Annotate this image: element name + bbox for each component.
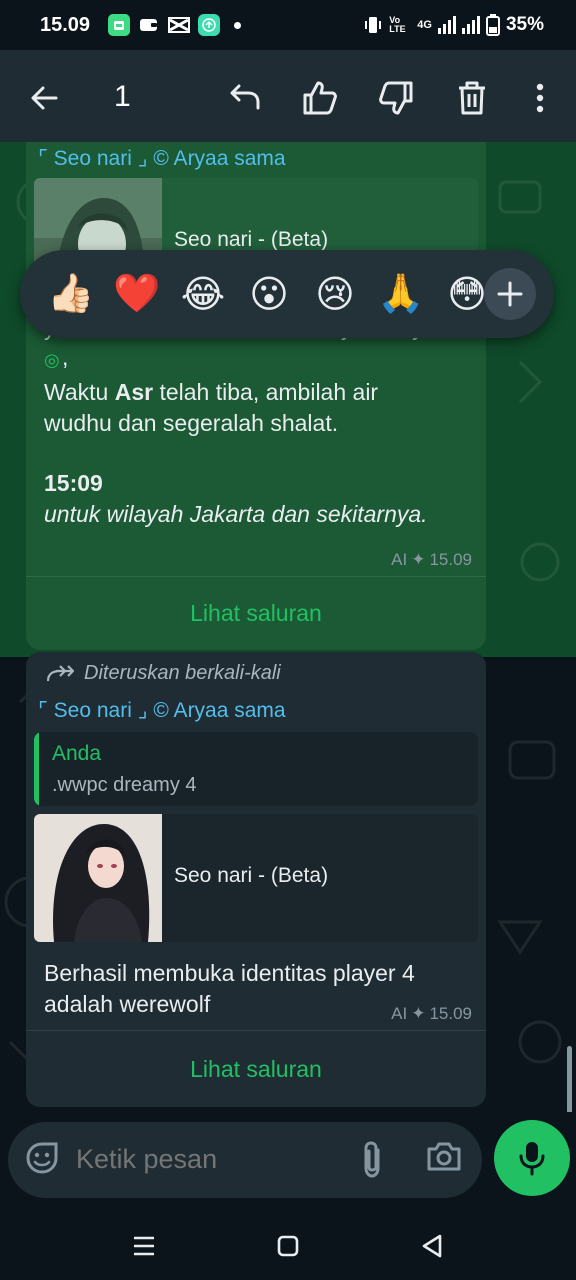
- channel-preview-card[interactable]: Seo nari - (Beta): [34, 814, 478, 942]
- back-arrow-icon[interactable]: [26, 80, 62, 116]
- reaction-wow[interactable]: 😮: [236, 261, 302, 327]
- capcut-icon: [168, 14, 191, 36]
- message-time: 15.09: [429, 1004, 472, 1023]
- thumbs-up-icon[interactable]: [300, 78, 340, 118]
- message-bubble[interactable]: Diteruskan berkali-kali ⌜ Seo nari ⌟ © A…: [26, 652, 486, 1107]
- reaction-sad[interactable]: 😢: [302, 261, 368, 327]
- channel-name[interactable]: ⌜ Seo nari ⌟ © Aryaa sama: [38, 146, 286, 171]
- more-notifications-dot-icon: [234, 21, 242, 29]
- message-time: 15.09: [429, 550, 472, 569]
- back-triangle-icon[interactable]: [416, 1230, 448, 1262]
- app-notification-icon: [108, 14, 131, 36]
- selection-app-bar: 1: [0, 50, 576, 142]
- network-type: 4G: [417, 19, 432, 31]
- battery-icon: [485, 14, 500, 36]
- view-channel-button[interactable]: Lihat saluran: [26, 600, 486, 627]
- signal-icon-2: [461, 16, 480, 34]
- message-line-2: adalah werewolf: [44, 991, 211, 1017]
- home-icon[interactable]: [272, 1230, 304, 1262]
- upload-icon: [198, 14, 221, 36]
- message-line-1: Berhasil membuka identitas player 4: [44, 960, 415, 986]
- camera-icon[interactable]: [426, 1140, 468, 1180]
- preview-title: Seo nari - (Beta): [174, 228, 329, 251]
- reaction-laugh[interactable]: 😂: [170, 261, 236, 327]
- more-vert-icon[interactable]: [520, 78, 560, 118]
- ai-sparkle-icon: ✦: [411, 550, 426, 569]
- mic-button[interactable]: [494, 1120, 570, 1196]
- reaction-picker: 👍🏻 ❤️ 😂 😮 😢 🙏 😳: [20, 250, 554, 338]
- message-meta: AI ✦ 15.09: [391, 550, 472, 570]
- channel-thumbnail: [34, 814, 162, 942]
- comma-text: ,: [62, 344, 69, 370]
- selected-count: 1: [114, 80, 131, 113]
- ai-label: AI: [391, 1004, 408, 1023]
- input-row: [0, 1112, 576, 1212]
- view-channel-button[interactable]: Lihat saluran: [26, 1056, 486, 1083]
- emoji-sticker-icon[interactable]: [24, 1140, 64, 1180]
- vibrate-icon: [365, 17, 382, 33]
- battery-level: 35%: [505, 14, 544, 35]
- preview-title: Seo nari - (Beta): [174, 864, 329, 887]
- status-time: 15.09: [40, 13, 91, 36]
- message-time-bold: 15:09: [44, 470, 103, 496]
- ai-label: AI: [391, 550, 408, 569]
- trash-icon[interactable]: [452, 78, 492, 118]
- channel-name[interactable]: ⌜ Seo nari ⌟ © Aryaa sama: [38, 698, 286, 723]
- reply-icon[interactable]: [224, 78, 264, 118]
- forwarded-icon: [46, 664, 74, 681]
- chat-area[interactable]: ⌜ Seo nari ⌟ © Aryaa sama Seo nari - (Be…: [0, 142, 576, 1122]
- reaction-thumbs-up[interactable]: 👍🏻: [38, 261, 104, 327]
- status-notification-icons: [108, 14, 242, 36]
- forwarded-label: Diteruskan berkali-kali: [46, 662, 281, 685]
- message-line-2: wudhu dan segeralah shalat.: [44, 410, 339, 436]
- divider: [26, 1030, 486, 1031]
- quote-text: .wwpc dreamy 4: [52, 774, 197, 796]
- quote-bar: [34, 732, 39, 806]
- mic-icon: [519, 1142, 545, 1176]
- quoted-message[interactable]: Anda .wwpc dreamy 4: [34, 732, 478, 806]
- attach-icon[interactable]: [356, 1140, 396, 1180]
- reaction-heart[interactable]: ❤️: [104, 261, 170, 327]
- divider: [26, 576, 486, 577]
- recents-menu-icon[interactable]: [128, 1230, 160, 1262]
- wallet-icon: [138, 14, 160, 36]
- volte-icon: Vo LTE: [389, 15, 406, 34]
- plus-icon[interactable]: [484, 268, 536, 320]
- thumbs-down-icon[interactable]: [376, 78, 416, 118]
- message-region-text: untuk wilayah Jakarta dan sekitarnya.: [44, 501, 428, 527]
- emoji-swirl-icon: ◎: [44, 350, 60, 370]
- message-bubble-selected[interactable]: ⌜ Seo nari ⌟ © Aryaa sama Seo nari - (Be…: [26, 142, 486, 650]
- reaction-pray[interactable]: 🙏: [368, 261, 434, 327]
- ai-sparkle-icon: ✦: [411, 1004, 426, 1023]
- signal-icon: [437, 16, 456, 34]
- scrollbar[interactable]: [567, 1046, 572, 1114]
- message-input[interactable]: [76, 1144, 336, 1175]
- quote-author: Anda: [52, 742, 102, 765]
- status-right: Vo LTE 4G 35%: [363, 14, 544, 36]
- system-nav-bar: [0, 1212, 576, 1280]
- message-composer[interactable]: [8, 1122, 482, 1198]
- message-line-1: Waktu Asr telah tiba, ambilah air: [44, 379, 379, 405]
- message-meta: AI ✦ 15.09: [391, 1004, 472, 1024]
- status-bar: 15.09 Vo LTE 4G 35%: [0, 0, 576, 50]
